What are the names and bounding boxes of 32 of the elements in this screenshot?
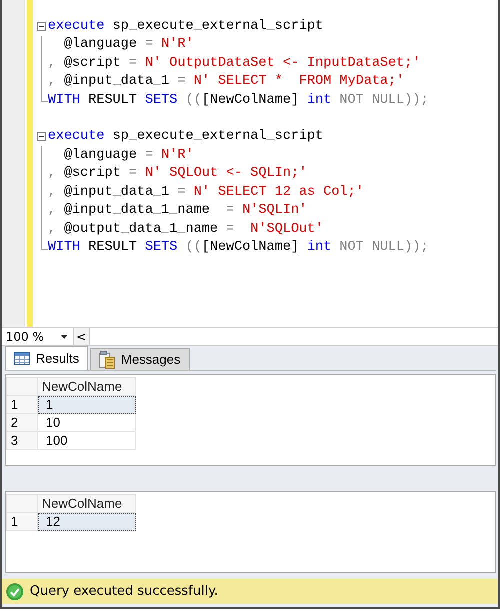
messages-tab[interactable]: Messages bbox=[90, 348, 190, 370]
checkmark-icon bbox=[6, 582, 24, 601]
code-line: , @script = N' OutputDataSet <- InputDataSet;' bbox=[48, 56, 421, 71]
column-header: NewColName bbox=[38, 494, 136, 513]
code-line: WITH RESULT SETS (([NewColName] int NOT NULL)); bbox=[48, 92, 429, 108]
code-line: , @input_data_1 = N' SELECT 12 as Col;' bbox=[48, 184, 364, 200]
dropdown-caret-icon bbox=[61, 334, 68, 338]
document-icon bbox=[99, 350, 116, 369]
collapse-icon[interactable] bbox=[37, 22, 46, 31]
table-cell[interactable]: 1 bbox=[38, 396, 136, 414]
collapse-icon[interactable] bbox=[37, 132, 46, 142]
row-number: 2 bbox=[6, 414, 38, 432]
table-cell[interactable]: 12 bbox=[38, 512, 136, 531]
table-cell[interactable]: 100 bbox=[38, 432, 136, 450]
code-line: , @output_data_1_name = N'SQLOut' bbox=[48, 222, 324, 237]
row-number: 3 bbox=[6, 432, 38, 450]
table-cell[interactable]: 10 bbox=[38, 414, 136, 432]
code-line: execute sp_execute_external_script bbox=[48, 18, 324, 34]
row-number: 1 bbox=[6, 512, 38, 531]
code-line: @language = N'R' bbox=[63, 37, 194, 52]
row-number: 1 bbox=[6, 396, 38, 414]
column-header: NewColName bbox=[38, 378, 136, 396]
scroll-left-button[interactable]: < bbox=[74, 328, 90, 346]
code-line: , @input_data_1 = N' SELECT * FROM MyData;' bbox=[48, 74, 404, 90]
code-line: @language = N'R' bbox=[63, 148, 194, 163]
status-message: Query executed successfully. bbox=[30, 584, 218, 600]
results-tab[interactable]: Results bbox=[5, 346, 88, 370]
code-line: execute sp_execute_external_script bbox=[48, 129, 324, 144]
grid-icon bbox=[14, 352, 30, 366]
code-line: , @input_data_1_name = N'SQLIn' bbox=[48, 203, 308, 218]
code-line: WITH RESULT SETS (([NewColName] int NOT NULL)); bbox=[48, 240, 429, 256]
code-line: , @script = N' SQLOut <- SQLIn;' bbox=[48, 166, 308, 182]
